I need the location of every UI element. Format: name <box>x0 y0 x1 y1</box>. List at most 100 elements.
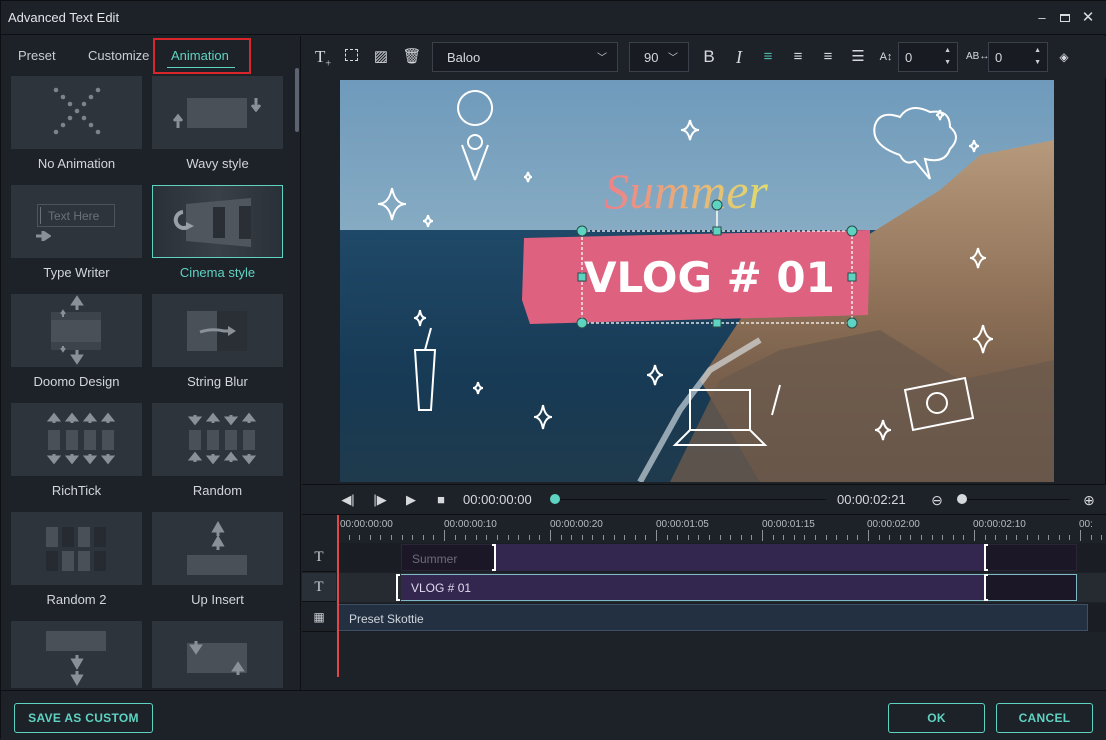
animation-wavy-style[interactable]: Wavy style <box>152 76 283 176</box>
ok-button[interactable]: OK <box>888 703 985 733</box>
text-toolbar: T+ ▨ 🗑 Baloo ﹀ 90 ﹀ B I ≡ ≡ ≡ ☰ A↕ 0 ▲ ▼… <box>302 36 1106 78</box>
resize-handle-top[interactable] <box>712 226 722 236</box>
add-text-icon[interactable]: T+ <box>312 47 334 69</box>
rotate-handle[interactable] <box>711 199 723 211</box>
cancel-button[interactable]: CANCEL <box>996 703 1093 733</box>
animation-type-writer[interactable]: Text Here Type Writer <box>11 185 142 285</box>
animation-richtick[interactable]: RichTick <box>11 403 142 503</box>
progress-knob[interactable] <box>550 494 560 504</box>
ruler-tick <box>846 535 848 540</box>
type-writer-icon: Text Here <box>11 185 142 258</box>
arrow-down-icon <box>187 415 203 426</box>
ruler-tick <box>1037 535 1039 540</box>
ruler-tick <box>391 535 392 540</box>
range-handle-left[interactable] <box>984 544 988 571</box>
delete-icon[interactable]: 🗑 <box>401 47 423 67</box>
add-image-icon[interactable]: ▨ <box>370 47 392 67</box>
minimize-icon[interactable]: – <box>1033 9 1051 27</box>
playback-bar: ◀| |▶ ▶ ■ 00:00:00:00 00:00:02:21 ⊖ ⊕ <box>302 484 1106 514</box>
animation-random-2[interactable]: Random 2 <box>11 512 142 612</box>
decrement-icon[interactable]: ▼ <box>1034 59 1041 66</box>
zoom-track[interactable] <box>960 499 1070 500</box>
increment-icon[interactable]: ▲ <box>1034 47 1041 54</box>
main-text-vlog[interactable]: VLOG # 01 <box>584 253 835 302</box>
zoom-out-icon[interactable]: ⊖ <box>929 492 945 508</box>
chevron-down-icon: ﹀ <box>668 53 678 64</box>
clip-summer-animation-range[interactable] <box>496 544 984 571</box>
panel-scrollbar[interactable] <box>295 68 299 132</box>
playhead[interactable] <box>337 515 339 677</box>
animation-label: Random <box>192 483 243 498</box>
range-handle-left[interactable] <box>396 574 400 601</box>
animation-diagonal-insert[interactable] <box>152 621 283 688</box>
animation-up-insert[interactable]: Up Insert <box>152 512 283 612</box>
ruler-tick <box>401 535 403 540</box>
maximize-icon[interactable] <box>1056 9 1074 27</box>
animation-down-insert[interactable] <box>11 621 142 688</box>
char-spacing-input[interactable]: 0 ▲ ▼ <box>988 42 1048 72</box>
animation-string-blur[interactable]: String Blur <box>152 294 283 394</box>
text-track-icon: T <box>302 573 336 602</box>
animation-no-animation[interactable]: No Animation <box>11 76 142 176</box>
keyframe-icon[interactable]: ◈ <box>1053 47 1075 67</box>
tick-label: 00:00:02:00 <box>867 519 920 530</box>
animation-doomo-design[interactable]: Doomo Design <box>11 294 142 394</box>
add-shape-icon[interactable] <box>340 47 362 67</box>
ruler-tick <box>645 535 647 540</box>
resize-handle-bl[interactable] <box>576 317 588 329</box>
range-handle-right[interactable] <box>492 544 496 571</box>
ruler-tick <box>857 535 859 540</box>
ruler-tick <box>815 535 816 540</box>
resize-handle-br[interactable] <box>846 317 858 329</box>
ruler-tick <box>1048 535 1050 540</box>
close-icon[interactable]: ✕ <box>1079 9 1097 27</box>
title-text-summer[interactable]: Summer <box>604 163 768 219</box>
tab-preset[interactable]: Preset <box>18 48 56 63</box>
font-size-select[interactable]: 90 ﹀ <box>629 42 689 72</box>
save-as-custom-button[interactable]: SAVE AS CUSTOM <box>14 703 153 733</box>
decrement-icon[interactable]: ▼ <box>944 59 951 66</box>
resize-handle-left[interactable] <box>577 272 587 282</box>
animation-random[interactable]: Random <box>152 403 283 503</box>
ruler-tick <box>422 535 424 540</box>
align-left-icon[interactable]: ≡ <box>757 47 779 67</box>
increment-icon[interactable]: ▲ <box>944 47 951 54</box>
richtick-icon <box>11 403 142 476</box>
range-handle-left[interactable] <box>984 574 988 601</box>
clip-preset-skottie[interactable]: Preset Skottie <box>338 604 1088 631</box>
resize-handle-tr[interactable] <box>846 225 858 237</box>
zoom-in-icon[interactable]: ⊕ <box>1081 492 1097 508</box>
play-icon[interactable]: ▶ <box>403 492 419 508</box>
align-center-icon[interactable]: ≡ <box>787 47 809 67</box>
justify-icon[interactable]: ☰ <box>847 47 869 67</box>
resize-handle-bottom[interactable] <box>712 318 722 328</box>
video-preview[interactable]: Summer VLOG # 01 <box>340 80 1054 482</box>
progress-track[interactable] <box>554 499 826 500</box>
timeline-ruler[interactable]: 00:00:00:00 00:00:00:10 00:00:00:20 00:0… <box>338 515 1106 541</box>
tab-customize[interactable]: Customize <box>88 48 149 63</box>
animation-label: RichTick <box>51 483 102 498</box>
font-select[interactable]: Baloo ﹀ <box>432 42 618 72</box>
ruler-tick <box>974 530 975 541</box>
arrow-down-icon <box>241 454 257 465</box>
ruler-tick <box>1058 535 1060 540</box>
line-spacing-input[interactable]: 0 ▲ ▼ <box>898 42 958 72</box>
align-right-icon[interactable]: ≡ <box>817 47 839 67</box>
previous-frame-icon[interactable]: ◀| <box>340 492 356 508</box>
resize-handle-right[interactable] <box>847 272 857 282</box>
resize-handle-tl[interactable] <box>576 225 588 237</box>
next-frame-icon[interactable]: |▶ <box>372 492 388 508</box>
animation-grid: No Animation Wavy style Text Here Type W… <box>11 76 291 688</box>
bold-icon[interactable]: B <box>698 47 720 67</box>
italic-icon[interactable]: I <box>728 47 750 67</box>
clip-vlog-animation-range[interactable]: VLOG # 01 <box>401 575 984 600</box>
ruler-tick <box>910 535 912 540</box>
up-insert-icon <box>152 512 283 585</box>
zoom-knob[interactable] <box>957 494 967 504</box>
random-icon <box>152 403 283 476</box>
animation-label: String Blur <box>187 374 248 389</box>
animation-cinema-style[interactable]: Cinema style <box>152 185 283 285</box>
animation-panel: Preset Customize Animation No Animation <box>1 36 301 690</box>
char-spacing-icon: AB↔ <box>966 51 990 62</box>
stop-icon[interactable]: ■ <box>433 492 449 508</box>
